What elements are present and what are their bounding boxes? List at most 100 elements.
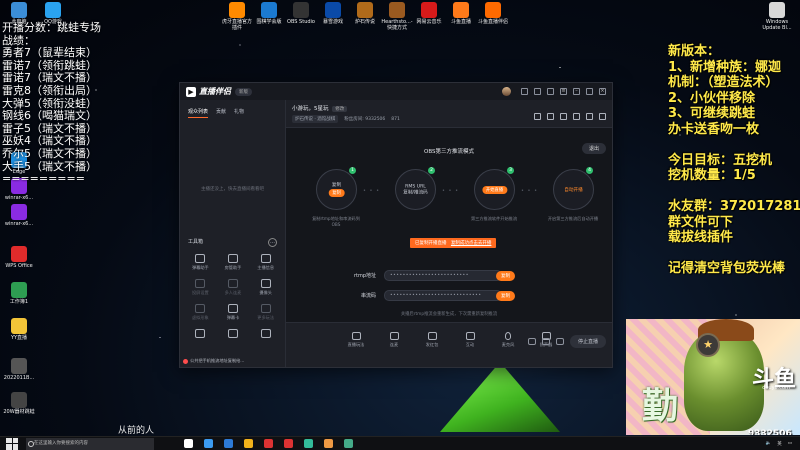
taskbar-app-icon[interactable] — [324, 439, 333, 448]
tool-item[interactable] — [249, 329, 282, 340]
control-button[interactable]: 直播玩法 — [344, 332, 368, 348]
app-icon — [11, 282, 27, 298]
tool-item[interactable]: 弹幕卡 — [217, 304, 250, 321]
tool-item[interactable]: 更多玩法 — [249, 304, 282, 321]
taskbar-app-icon[interactable] — [204, 439, 213, 448]
taskbar-app-icon[interactable] — [304, 439, 313, 448]
tool-item[interactable]: 投屏设置 — [184, 279, 217, 296]
minimize-icon[interactable]: – — [573, 88, 580, 95]
windows-start-button[interactable] — [6, 437, 18, 450]
volume-icon[interactable]: 🔈 — [766, 441, 772, 446]
left-tabs: 观众列表 贡献 礼物 — [180, 100, 285, 122]
copy-stream-key-button[interactable]: 复制 — [496, 290, 515, 301]
tool-item[interactable]: 摄像头 — [249, 279, 282, 296]
desktop-icon[interactable]: 斗鱼直播 — [444, 2, 478, 25]
desktop-icon-label: OBS Studio — [287, 19, 315, 25]
tool-item[interactable]: 虚拟形象 — [184, 304, 217, 321]
tool-item[interactable] — [217, 329, 250, 340]
tool-label: 弹幕卡 — [226, 315, 240, 320]
desktop-icon-label: 暴雪游戏 — [322, 19, 343, 25]
skin-icon[interactable] — [534, 88, 541, 95]
desktop-icon-label: 虎牙直播官方插件 — [221, 19, 252, 31]
version-badge[interactable]: 新版 — [235, 87, 252, 96]
desktop-icon[interactable]: Hearthsto...-快捷方式 — [380, 2, 414, 31]
stream-key-field[interactable]: ••••••••••••••••••••••••••••• — [384, 290, 502, 301]
desktop-icon[interactable]: 20W器材跳蛙 — [2, 392, 36, 415]
message-icon[interactable] — [521, 88, 528, 95]
close-icon[interactable]: × — [599, 88, 606, 95]
notification-icon[interactable]: ▭ — [788, 441, 792, 446]
gift-icon[interactable] — [547, 113, 554, 120]
step-caption: 复制rtmp地址和串流码到OBS — [312, 216, 360, 227]
control-button[interactable]: 互动 — [458, 332, 482, 348]
taskbar-app-icon[interactable] — [344, 439, 353, 448]
copy-rtmp-button[interactable]: 复制 — [496, 270, 515, 281]
step-action-button[interactable]: 复制 — [328, 188, 345, 197]
desktop-icon[interactable]: 工作簿1 — [2, 282, 36, 305]
maximize-icon[interactable] — [586, 88, 593, 95]
tool-item[interactable]: 弹幕助手 — [184, 254, 217, 271]
step-action-button[interactable]: 开始直播 — [481, 185, 508, 194]
room-category[interactable]: 炉石传说 · 酒馆战棋 — [292, 115, 339, 123]
tool-label: 房管助手 — [224, 265, 242, 270]
toolbox-grid: 弹幕助手 房管助手 主播信息投屏设置 多人连麦 摄像头虚拟形象 弹幕卡 更多玩法 — [184, 254, 282, 340]
taskbar-search-input[interactable]: 在这里输入你要搜索的内容 — [26, 437, 154, 450]
settings-icon[interactable] — [547, 88, 554, 95]
taskbar-app-icon[interactable] — [184, 439, 193, 448]
taskbar-app-icon[interactable] — [244, 439, 253, 448]
stop-stream-button[interactable]: 停止直播 — [569, 335, 606, 348]
desktop-icon[interactable]: 围棋学会版 — [252, 2, 286, 25]
desktop-icon[interactable]: 2022011B... — [2, 358, 36, 381]
streamer-cam-overlay: ★ 勤 斗鱼 douyu.com 9332506 — [626, 319, 800, 435]
tool-item[interactable]: 主播信息 — [249, 254, 282, 271]
taskbar-app-icon[interactable] — [284, 439, 293, 448]
screen-icon[interactable] — [527, 338, 536, 345]
more-tools-icon[interactable]: … — [268, 238, 277, 247]
desktop-icon[interactable]: 网易云音乐 — [412, 2, 446, 25]
copy-warning-banner[interactable]: 已复制开播直播 复制成功点击去开播 — [410, 238, 497, 248]
desktop-icon[interactable]: OBS Studio — [284, 2, 318, 25]
tab-contribution[interactable]: 贡献 — [216, 108, 226, 118]
warning-link[interactable]: 复制成功点击去开播 — [451, 241, 492, 246]
ime-indicator[interactable]: 英 — [777, 441, 782, 447]
rtmp-field[interactable]: ••••••••••••••••••••••••• — [384, 270, 502, 281]
menu-icon[interactable]: ≡ — [560, 88, 567, 95]
control-icon — [427, 332, 437, 340]
third-party-stream-stage: OBS第三方推流模式 退出 1 复制 复制 复制rtmp地址和串流码到OBS 2 RMS … — [286, 128, 612, 322]
step-mid: 自动开播 — [564, 187, 583, 193]
control-button[interactable]: 连麦 — [382, 332, 406, 348]
control-button[interactable]: 发红包 — [420, 332, 444, 348]
desktop-icon-label: WPS Office — [5, 263, 33, 269]
eye-icon[interactable] — [541, 338, 550, 345]
step-circle: 1 复制 复制 — [316, 167, 357, 210]
notice-bar[interactable]: 公共把手机推流地址复制给... — [183, 358, 244, 364]
desktop-icon[interactable]: YY直播 — [2, 318, 36, 341]
control-icon — [389, 332, 399, 340]
taskbar-app-icon[interactable] — [264, 439, 273, 448]
desktop-icon[interactable]: WPS Office — [2, 246, 36, 269]
exit-mode-button[interactable]: 退出 — [581, 143, 606, 154]
desktop-icon[interactable]: Windows Update Bl... — [760, 2, 794, 31]
tool-item[interactable]: 多人连麦 — [217, 279, 250, 296]
app-icon — [261, 2, 277, 18]
user-avatar[interactable] — [502, 87, 511, 96]
desktop-icon[interactable]: 虎牙直播官方插件 — [220, 2, 254, 31]
desktop-icon[interactable]: winrar-x6... — [2, 204, 36, 227]
room-edit-button[interactable]: 修改 — [332, 106, 348, 112]
layout-icon[interactable] — [560, 113, 567, 120]
desktop-icon[interactable]: 炉石传说 — [348, 2, 382, 25]
taskbar-app-icon[interactable] — [224, 439, 233, 448]
link-icon[interactable] — [599, 113, 606, 120]
desktop-icon[interactable]: 斗鱼直播伴侣 — [476, 2, 510, 25]
tool-item[interactable]: 房管助手 — [217, 254, 250, 271]
tab-gifts[interactable]: 礼物 — [234, 108, 244, 118]
share-icon[interactable] — [534, 113, 541, 120]
tab-audience[interactable]: 观众列表 — [188, 108, 209, 118]
tool-item[interactable] — [184, 329, 217, 340]
gear-icon[interactable] — [555, 338, 564, 345]
app-icon — [229, 2, 245, 18]
pointer-icon[interactable] — [586, 113, 593, 120]
control-button[interactable]: 麦克风 — [496, 332, 520, 348]
bell-icon[interactable] — [573, 113, 580, 120]
desktop-icon[interactable]: 暴雪游戏 — [316, 2, 350, 25]
